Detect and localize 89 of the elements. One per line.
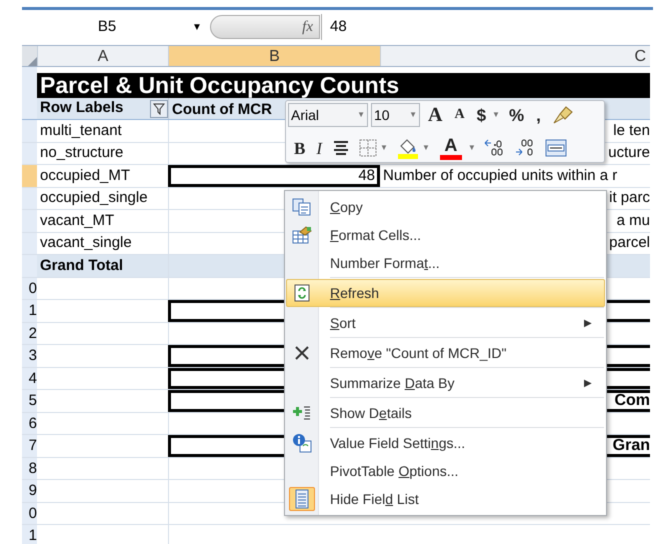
row-header[interactable]: 3 [22,345,37,366]
row-header[interactable]: 9 [22,480,37,502]
description-cell: Com [614,392,650,409]
row-label-cell-text: vacant_MT [40,210,114,230]
increase-decimal-icon[interactable] [482,138,505,158]
row-header[interactable] [22,255,37,276]
refresh-icon [294,284,310,302]
toolbar-button[interactable]: I [313,140,326,156]
align-center-icon[interactable] [332,140,350,156]
field-list-icon [295,489,309,509]
description-cell-text: a mu [616,210,650,230]
row-header[interactable] [22,98,37,119]
fill-color-icon[interactable] [396,137,419,159]
toolbar-button[interactable]: A [451,108,468,122]
submenu-arrow-icon: ▶ [584,376,592,390]
formula-field[interactable]: 48 [321,14,347,40]
dropdown-caret-icon[interactable]: ▼ [422,142,430,154]
title-cell: Parcel & Unit Occupancy Counts [37,73,650,98]
row-header[interactable] [22,165,37,186]
row-header[interactable]: 4 [22,368,37,389]
add-list-icon [292,405,312,421]
menu-item[interactable]: Refresh [286,279,605,307]
row-header[interactable]: 5 [22,390,37,412]
dropdown-caret-icon[interactable]: ▼ [192,20,204,34]
row-header[interactable]: 1 [22,300,37,322]
menu-item[interactable]: Format Cells... [286,221,605,249]
row-header[interactable]: 0 [22,278,37,299]
toolbar-button[interactable]: $ [474,106,490,124]
row-header[interactable]: 6 [22,412,37,434]
filter-icon [153,102,165,114]
description-cell: Gran [612,438,650,454]
dropdown-caret-icon[interactable]: ▼ [380,142,388,154]
description-cell-text: ucture [608,143,650,163]
toolbar-button[interactable]: % [506,106,528,124]
filter-button[interactable] [150,100,168,118]
font-size-field[interactable]: 10 ▼ [371,103,420,127]
row-label-cell-text: Grand Total [40,256,124,276]
row-header[interactable]: 1 [22,525,37,544]
font-name-field[interactable]: Arial ▼ [288,103,368,127]
description-cell-text: it parc [609,188,650,208]
menu-item[interactable]: Summarize Data By ▶ [286,369,605,397]
copy-icon [292,198,312,216]
description-cell-text: parcel [609,233,650,253]
row-label-cell-text: occupied_single [40,188,148,208]
row-header[interactable] [22,67,37,73]
submenu-arrow-icon: ▶ [584,316,592,330]
row-label-cell-text: vacant_single [40,233,132,253]
column-header[interactable]: C [380,46,650,66]
row-header[interactable] [22,142,37,164]
row-header[interactable]: 8 [22,458,37,479]
row-label-cell-text: multi_tenant [40,120,122,140]
menu-item[interactable]: Copy [286,193,605,221]
toolbar-button[interactable]: , [533,106,544,124]
column-header[interactable]: A [37,46,168,66]
font-color-button[interactable]: A [436,136,465,160]
menu-item[interactable]: Hide Field List [286,485,605,513]
pivot-header-cell-text: Row Labels [40,98,124,118]
row-header[interactable] [22,188,37,209]
description-cell-text: le ten [613,120,650,140]
format-cells-icon [292,226,312,244]
menu-item[interactable]: Remove "Count of MCR_ID" [286,339,605,367]
menu-item[interactable]: Value Field Settings... [286,429,605,457]
description-cell-text: Number of occupied units within a r [383,166,618,186]
row-label-cell-text: occupied_MT [40,166,130,186]
menu-item[interactable]: Show Details [286,399,605,427]
dropdown-caret-icon[interactable]: ▼ [468,142,476,154]
column-header[interactable]: B [168,46,380,66]
borders-icon[interactable] [359,139,378,157]
menu-item[interactable]: PivotTable Options... [286,457,605,485]
insert-function-button[interactable]: fx [302,16,313,38]
row-label-cell-text: no_structure [40,143,124,163]
merge-center-icon[interactable] [544,139,567,157]
menu-item[interactable]: Number Format... [286,249,605,277]
toolbar-button[interactable]: B [291,140,308,156]
row-header[interactable]: 2 [22,322,37,344]
close-icon [294,345,310,361]
dropdown-caret-icon[interactable]: ▼ [492,109,500,121]
name-box[interactable]: B5 [22,16,192,38]
toolbar-button[interactable]: A [425,105,446,125]
row-header[interactable]: 0 [22,502,37,524]
count-cell-text: 48 [358,166,375,186]
pivot-header-cell: Count of MCR [172,101,272,118]
menu-item[interactable]: Sort ▶ [286,309,605,337]
format-painter-icon[interactable] [552,105,574,125]
row-header[interactable] [22,120,37,142]
row-header[interactable] [22,210,37,232]
info-icon [292,433,312,453]
row-header[interactable] [22,232,37,254]
row-header[interactable]: 7 [22,435,37,456]
